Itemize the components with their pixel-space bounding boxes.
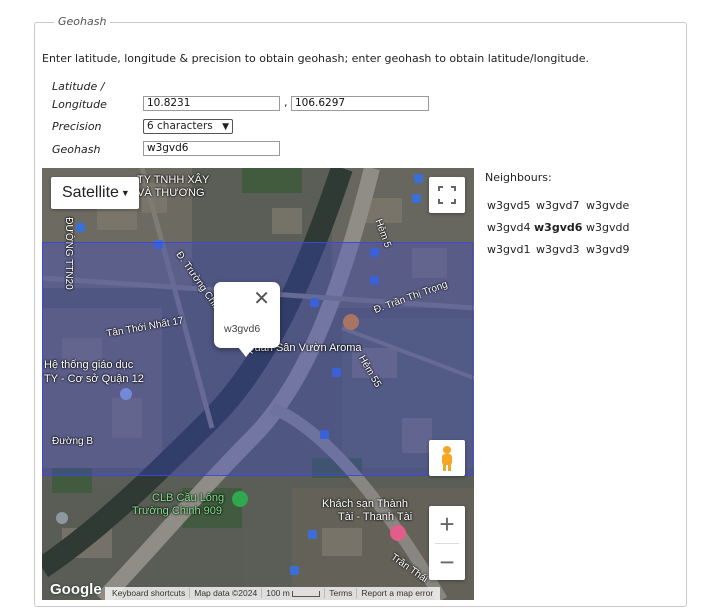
neighbour-n[interactable]: w3gvd7 <box>536 199 579 212</box>
map-label: CLB Cầu Lông <box>152 492 225 504</box>
info-window-geohash: w3gvd6 <box>224 323 261 335</box>
chevron-down-icon: ▼ <box>222 122 229 132</box>
neighbours-title: Neighbours: <box>485 171 552 184</box>
geohash-input[interactable]: w3gvd6 <box>143 141 280 156</box>
map-type-label: Satellite <box>62 184 119 202</box>
fullscreen-icon <box>438 186 456 204</box>
fieldset-legend: Geohash <box>54 15 111 28</box>
map-label: Trường Chinh 909 <box>132 505 222 517</box>
pegman-icon <box>442 446 452 471</box>
intro-text: Enter latitude, longitude & precision to… <box>42 52 589 65</box>
map-label: ĐƯỜNG TTN20 <box>62 217 74 290</box>
latlon-label-line1: Latitude / <box>52 80 105 93</box>
neighbour-w[interactable]: w3gvd4 <box>487 221 530 234</box>
latlon-label-line2: Longitude <box>52 98 107 111</box>
precision-label: Precision <box>52 120 102 133</box>
zoom-out-button[interactable]: − <box>429 544 465 580</box>
precision-select-value: 6 characters <box>147 120 213 132</box>
latlon-comma: , <box>284 96 288 109</box>
map-label: VÀ THƯƠNG <box>137 187 205 199</box>
neighbour-sw[interactable]: w3gvd1 <box>487 243 530 256</box>
neighbour-nw[interactable]: w3gvd5 <box>487 199 530 212</box>
latitude-input[interactable]: 10.8231 <box>143 96 280 111</box>
neighbour-s[interactable]: w3gvd3 <box>536 243 579 256</box>
report-map-error-link[interactable]: Report a map error <box>357 588 437 598</box>
neighbour-center: w3gvd6 <box>534 221 583 234</box>
longitude-input[interactable]: 106.6297 <box>291 96 429 111</box>
map-label: TY - Cơ sở Quận 12 <box>44 373 144 385</box>
map-canvas[interactable]: TY TNHH XÂY VÀ THƯƠNG Hẻm 5 ĐƯỜNG TTN20 … <box>42 168 474 600</box>
terms-link[interactable]: Terms <box>325 588 358 598</box>
geohash-label: Geohash <box>52 143 101 156</box>
map-label: TY TNHH XÂY <box>137 174 210 186</box>
map-label: Tài - Thanh Tài <box>338 511 413 523</box>
info-window: ✕ w3gvd6 <box>214 282 280 357</box>
map-label: Khách sạn Thành <box>322 498 409 510</box>
precision-select[interactable]: 6 characters ▼ <box>143 119 233 134</box>
map-data-text: Map data ©2024 <box>190 588 263 598</box>
scale-bar-icon <box>292 590 321 597</box>
scale-control[interactable]: 100 m <box>262 588 326 598</box>
fullscreen-button[interactable] <box>429 177 465 213</box>
map-label: Đường B <box>52 436 94 447</box>
scale-text: 100 m <box>266 588 290 598</box>
map-label: Hệ thống giáo dục <box>44 359 134 371</box>
map-type-button[interactable]: Satellite ▼ <box>51 177 139 209</box>
caret-down-icon: ▼ <box>120 188 130 198</box>
google-logo[interactable]: Google <box>50 581 102 598</box>
neighbour-e[interactable]: w3gvdd <box>586 221 629 234</box>
close-icon[interactable]: ✕ <box>253 286 270 311</box>
zoom-in-button[interactable]: + <box>429 506 465 542</box>
zoom-controls: + − <box>429 506 465 580</box>
map-attribution: Keyboard shortcuts Map data ©2024 100 m Te… <box>105 587 441 600</box>
street-view-pegman-button[interactable] <box>429 440 465 476</box>
neighbour-ne[interactable]: w3gvde <box>586 199 629 212</box>
keyboard-shortcuts-link[interactable]: Keyboard shortcuts <box>108 588 191 598</box>
neighbour-se[interactable]: w3gvd9 <box>586 243 629 256</box>
map-footer: Google Keyboard shortcuts Map data ©2024 1… <box>42 581 474 600</box>
